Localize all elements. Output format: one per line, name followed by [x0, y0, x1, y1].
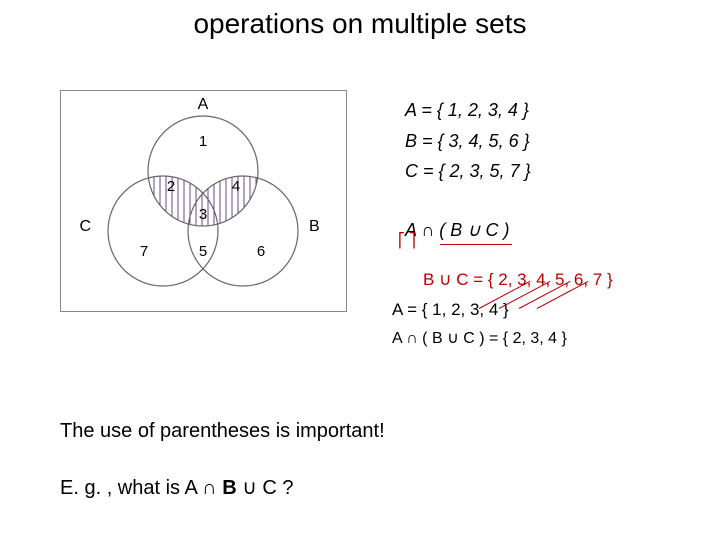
operation-underline — [440, 244, 512, 245]
venn-n6: 6 — [257, 243, 265, 260]
venn-svg: A B C 1 2 3 4 5 6 7 — [61, 91, 346, 311]
venn-n1: 1 — [199, 133, 207, 150]
set-a-def: A = { 1, 2, 3, 4 } — [405, 95, 531, 126]
operation-expression: A ∩ ( B ∪ C ) — [405, 220, 509, 241]
venn-n3: 3 — [199, 206, 207, 223]
venn-n5: 5 — [199, 243, 207, 260]
eg-b: B — [217, 477, 243, 499]
cap-symbol: ∩ — [202, 477, 216, 499]
result-a-recall: A = { 1, 2, 3, 4 } — [392, 300, 509, 320]
eg-suffix: C ? — [257, 477, 294, 499]
footnote-example: E. g. , what is A ∩ B ∪ C ? — [60, 475, 294, 500]
page-title: operations on multiple sets — [0, 8, 720, 40]
venn-label-b: B — [309, 218, 320, 235]
set-definitions: A = { 1, 2, 3, 4 } B = { 3, 4, 5, 6 } C … — [405, 95, 531, 187]
venn-diagram: A B C 1 2 3 4 5 6 7 — [60, 90, 347, 312]
result-final: A ∩ ( B ∪ C ) = { 2, 3, 4 } — [392, 328, 567, 348]
venn-n2: 2 — [167, 178, 175, 195]
set-c-def: C = { 2, 3, 5, 7 } — [405, 156, 531, 187]
eg-prefix: E. g. , what is A — [60, 477, 202, 499]
venn-label-a: A — [198, 96, 209, 113]
venn-n4: 4 — [232, 178, 240, 195]
cup-symbol: ∪ — [242, 477, 257, 499]
operation-bracket-mark: ⎡ ⎤ — [398, 232, 416, 249]
set-b-def: B = { 3, 4, 5, 6 } — [405, 126, 531, 157]
footnote-parentheses: The use of parentheses is important! — [60, 420, 385, 443]
venn-label-c: C — [79, 218, 91, 235]
venn-n7: 7 — [140, 243, 148, 260]
